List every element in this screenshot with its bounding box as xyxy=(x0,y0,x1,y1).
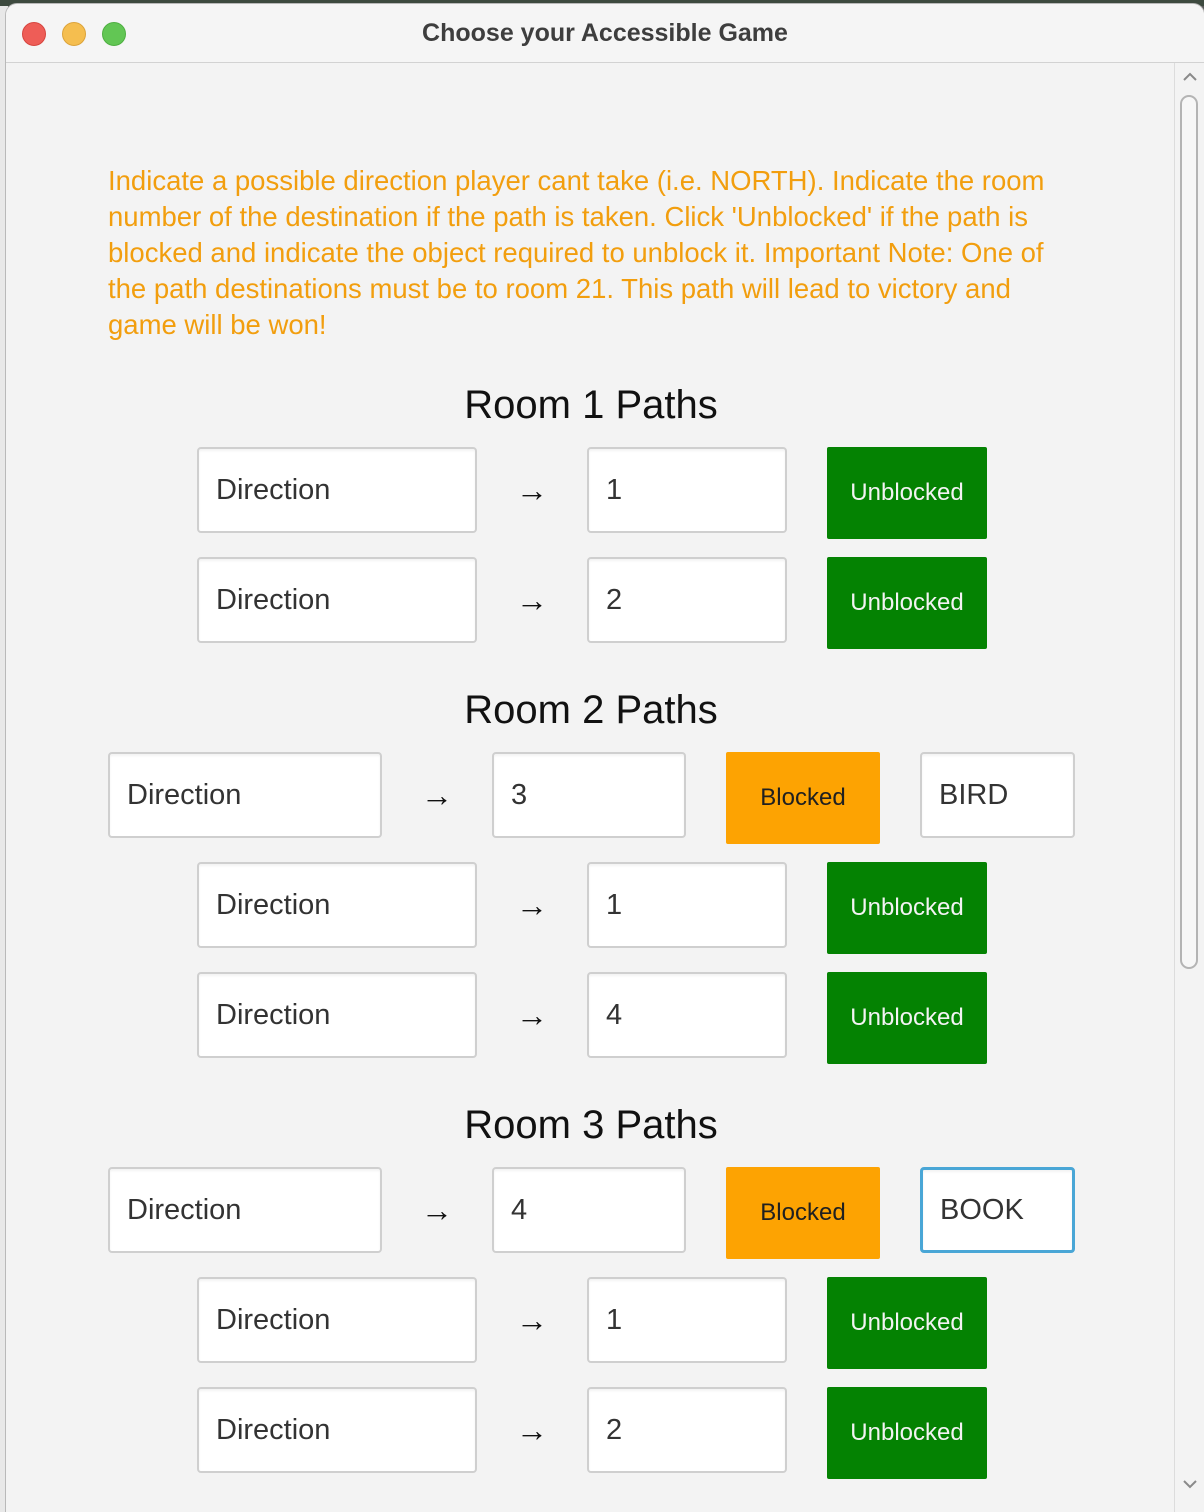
arrow-icon: → xyxy=(516,997,548,1033)
unblocked-toggle-button[interactable]: Unblocked xyxy=(827,862,987,954)
game-setup-window: Choose your Accessible Game Indicate a p… xyxy=(6,4,1204,1512)
unblocked-toggle-button[interactable]: Unblocked xyxy=(827,972,987,1064)
destination-input[interactable]: 2 xyxy=(587,557,787,643)
title-bar: Choose your Accessible Game xyxy=(6,4,1204,63)
blocked-toggle-button[interactable]: Blocked xyxy=(726,752,880,844)
room-2-heading: Room 2 Paths xyxy=(464,688,718,732)
destination-input[interactable]: 1 xyxy=(587,1277,787,1363)
destination-input[interactable]: 4 xyxy=(492,1167,686,1253)
direction-input[interactable]: Direction xyxy=(108,1167,382,1253)
arrow-icon: → xyxy=(516,582,548,618)
unblocked-toggle-button[interactable]: Unblocked xyxy=(827,1387,987,1479)
required-object-input[interactable]: BOOK xyxy=(920,1167,1075,1253)
destination-input[interactable]: 1 xyxy=(587,862,787,948)
destination-input[interactable]: 1 xyxy=(587,447,787,533)
scrollbar-thumb[interactable] xyxy=(1180,95,1198,969)
room-3-heading: Room 3 Paths xyxy=(464,1103,718,1147)
unblocked-toggle-button[interactable]: Unblocked xyxy=(827,447,987,539)
instructions-text: Indicate a possible direction player can… xyxy=(108,165,1045,340)
unblocked-toggle-button[interactable]: Unblocked xyxy=(827,557,987,649)
blocked-toggle-button[interactable]: Blocked xyxy=(726,1167,880,1259)
chevron-up-icon[interactable] xyxy=(1181,68,1199,86)
destination-input[interactable]: 3 xyxy=(492,752,686,838)
room-1-heading: Room 1 Paths xyxy=(464,383,718,427)
arrow-icon: → xyxy=(516,472,548,508)
direction-input[interactable]: Direction xyxy=(197,1387,477,1473)
scroll-content: Indicate a possible direction player can… xyxy=(6,63,1204,1512)
arrow-icon: → xyxy=(516,1412,548,1448)
vertical-scrollbar[interactable] xyxy=(1174,63,1204,1512)
unblocked-toggle-button[interactable]: Unblocked xyxy=(827,1277,987,1369)
window-title: Choose your Accessible Game xyxy=(422,19,788,47)
direction-input[interactable]: Direction xyxy=(108,752,382,838)
arrow-icon: → xyxy=(421,777,453,813)
direction-input[interactable]: Direction xyxy=(197,557,477,643)
destination-input[interactable]: 2 xyxy=(587,1387,787,1473)
destination-input[interactable]: 4 xyxy=(587,972,787,1058)
direction-input[interactable]: Direction xyxy=(197,1277,477,1363)
arrow-icon: → xyxy=(516,1302,548,1338)
direction-input[interactable]: Direction xyxy=(197,862,477,948)
chevron-down-icon[interactable] xyxy=(1181,1475,1199,1493)
direction-input[interactable]: Direction xyxy=(197,972,477,1058)
required-object-input[interactable]: BIRD xyxy=(920,752,1075,838)
arrow-icon: → xyxy=(516,887,548,923)
arrow-icon: → xyxy=(421,1192,453,1228)
direction-input[interactable]: Direction xyxy=(197,447,477,533)
